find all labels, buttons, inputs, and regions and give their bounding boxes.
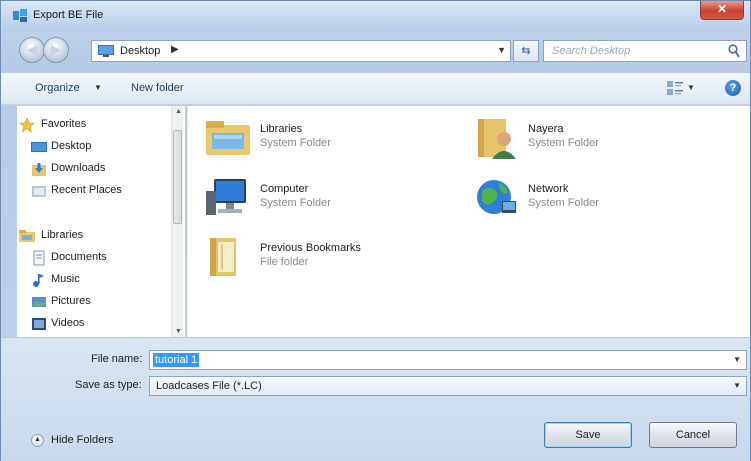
file-name: Libraries [260,123,303,135]
search-placeholder: Search Desktop [552,45,631,57]
forward-arrow-icon: ▶ [50,41,62,57]
cancel-button[interactable]: Cancel [649,422,737,448]
save-type-label: Save as type: [75,379,142,391]
nav-label: Libraries [41,229,84,241]
title-bar[interactable]: Export BE File ✕ [1,1,750,31]
breadcrumb-chevron-icon[interactable]: ▶ [171,44,179,55]
pictures-icon [32,297,46,307]
documents-icon [33,250,45,266]
address-location[interactable]: Desktop [120,45,160,57]
file-name: Computer [260,183,309,195]
file-type: System Folder [528,137,599,149]
help-button[interactable]: ? [725,80,741,96]
save-options-panel: File name: tutorial 1 ▼ Save as type: Lo… [1,337,750,461]
nav-label: Downloads [51,162,106,174]
computer-icon [206,179,246,215]
desktop-icon [98,45,114,57]
file-type: System Folder [260,197,331,209]
music-icon [33,274,44,287]
organize-dropdown-icon[interactable]: ▼ [94,83,102,92]
libraries-folder-icon [206,121,250,155]
file-name: Nayera [528,123,564,135]
address-bar[interactable]: Desktop ▶ ▼ [91,40,511,62]
views-icon[interactable] [667,81,683,95]
file-list: Libraries System Folder Nayera System Fo… [187,106,750,337]
file-name-label: File name: [91,353,143,365]
scroll-up-icon[interactable]: ▲ [175,108,182,115]
nav-label: Pictures [51,295,91,307]
list-item-libraries[interactable]: Libraries System Folder [204,113,414,163]
refresh-icon: ⇆ [521,45,531,57]
desktop-icon [31,142,47,152]
save-type-select[interactable]: Loadcases File (*.LC) ▼ [149,376,747,396]
app-icon [13,9,27,22]
list-item-computer[interactable]: Computer System Folder [204,173,414,223]
file-type: System Folder [260,137,331,149]
help-icon: ? [729,82,737,94]
file-name-input[interactable]: tutorial 1 ▼ [149,350,747,370]
window-title: Export BE File [33,9,104,21]
nav-label: Videos [51,317,85,329]
export-dialog: Export BE File ✕ ◀ ▶ Desktop ▶ ▼ ⇆ Searc… [0,0,751,461]
network-icon [477,180,516,214]
refresh-button[interactable]: ⇆ [513,40,539,62]
nav-item-favorites[interactable]: Favorites [19,115,191,135]
navigation-pane: Favorites Desktop Downloads Recent Place… [17,106,185,337]
new-folder-button[interactable]: New folder [131,82,184,94]
star-icon [19,117,35,133]
nav-label: Recent Places [51,184,122,196]
libraries-icon [19,230,35,242]
nav-scrollbar[interactable]: ▲ ▼ [171,106,183,337]
search-input[interactable]: Search Desktop [543,40,747,62]
file-name: Network [528,183,569,195]
file-type: System Folder [528,197,599,209]
list-item-previous-bookmarks[interactable]: Previous Bookmarks File folder [204,232,414,282]
videos-icon [32,318,46,330]
list-item-nayera[interactable]: Nayera System Folder [472,113,682,163]
scroll-down-icon[interactable]: ▼ [175,328,182,335]
search-icon[interactable] [728,44,740,58]
close-button[interactable]: ✕ [700,1,744,20]
nav-label: Documents [51,251,107,263]
save-button[interactable]: Save [544,422,632,448]
collapse-arrow-icon: ▲ [34,436,41,443]
list-item-network[interactable]: Network System Folder [472,173,682,223]
recent-places-icon [32,186,46,197]
nav-label: Music [51,273,80,285]
address-dropdown-icon[interactable]: ▼ [497,45,506,55]
save-type-dropdown-icon[interactable]: ▼ [733,381,741,390]
file-name-dropdown-icon[interactable]: ▼ [733,355,741,364]
close-icon: ✕ [716,2,728,16]
file-name-value[interactable]: tutorial 1 [153,353,200,367]
back-arrow-icon: ◀ [26,41,38,57]
nav-item-libraries[interactable]: Libraries [19,226,191,246]
save-type-value: Loadcases File (*.LC) [156,380,262,392]
scroll-thumb[interactable] [173,130,182,224]
command-bar: Organize ▼ New folder ▼ ? [1,73,750,105]
nav-label: Favorites [41,118,87,130]
organize-button[interactable]: Organize [35,82,80,94]
forward-button[interactable]: ▶ [43,37,69,63]
downloads-icon [32,163,46,176]
file-type: File folder [260,256,309,268]
user-folder-icon [478,119,516,159]
file-name: Previous Bookmarks [260,242,361,254]
nav-label: Desktop [51,140,92,152]
folder-icon [210,238,236,276]
address-row: ◀ ▶ Desktop ▶ ▼ ⇆ Search Desktop [1,31,750,73]
views-dropdown-icon[interactable]: ▼ [687,83,695,92]
hide-folders-label: Hide Folders [51,434,114,446]
back-button[interactable]: ◀ [19,37,45,63]
